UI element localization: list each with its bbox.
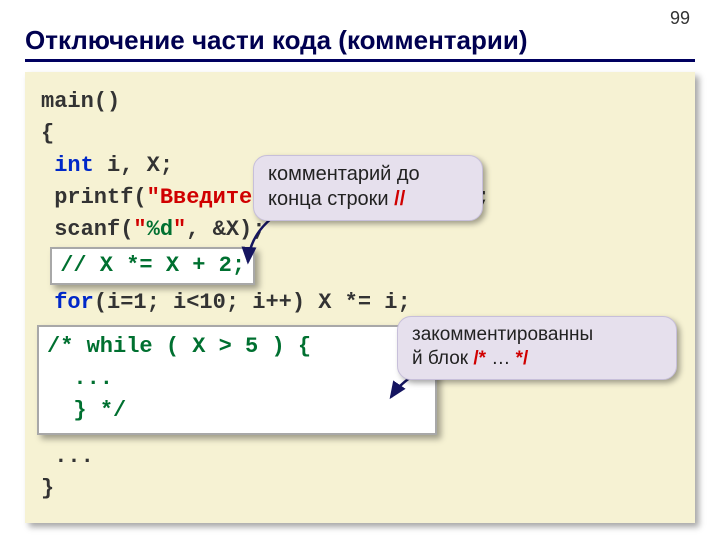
code-text: main() <box>41 89 120 114</box>
callout-line-comment: комментарий до конца строки // <box>253 155 483 221</box>
slide-title: Отключение части кода (комментарии) <box>25 25 695 56</box>
code-text: (i=1; i<10; i++) X *= i; <box>94 290 411 315</box>
code-comment-marker: /* <box>47 334 87 359</box>
code-line: } <box>41 473 679 505</box>
callout-marker: // <box>394 188 405 210</box>
code-text: scanf( <box>41 217 133 242</box>
callout-block-comment: закомментированны й блок /* … */ <box>397 316 677 380</box>
callout-text: комментарий до <box>268 163 420 185</box>
code-comment: while ( X > 5 ) { <box>87 334 311 359</box>
code-line: // X *= X + 2; <box>41 245 679 287</box>
code-line: /* while ( X > 5 ) { <box>47 331 427 363</box>
callout-marker: /* <box>473 348 486 369</box>
code-string: " <box>173 217 186 242</box>
callout-text: конца строки <box>268 188 394 210</box>
code-line: for(i=1; i<10; i++) X *= i; <box>41 287 679 319</box>
code-comment: ... <box>47 366 113 391</box>
code-block: main() { int i, X; printf("Введите целое… <box>25 72 695 523</box>
block-comment-box: /* while ( X > 5 ) { ... } */ <box>37 325 437 435</box>
callout-text: й блок <box>412 348 473 369</box>
code-line: main() <box>41 86 679 118</box>
code-format: %d <box>147 217 173 242</box>
callout-text: закомментированны <box>412 324 593 345</box>
callout-marker: */ <box>516 348 529 369</box>
inline-comment-box: // X *= X + 2; <box>50 247 255 285</box>
code-text: printf( <box>41 185 147 210</box>
code-string: " <box>133 217 146 242</box>
code-comment-marker: */ <box>100 398 126 423</box>
code-comment: } <box>47 398 100 423</box>
callout-text: … <box>486 348 516 369</box>
slide: 99 Отключение части кода (комментарии) m… <box>0 0 720 540</box>
code-text: } <box>41 476 54 501</box>
code-text: i, X; <box>94 153 173 178</box>
code-text: { <box>41 121 54 146</box>
code-keyword: int <box>41 153 94 178</box>
code-comment: // X *= X + 2; <box>60 253 245 278</box>
code-line: } */ <box>47 395 427 427</box>
code-keyword: for <box>41 290 94 315</box>
code-text: ... <box>41 444 94 469</box>
page-number: 99 <box>670 8 690 29</box>
code-line: ... <box>41 441 679 473</box>
title-divider <box>25 59 695 62</box>
code-line: { <box>41 118 679 150</box>
code-line: ... <box>47 363 427 395</box>
